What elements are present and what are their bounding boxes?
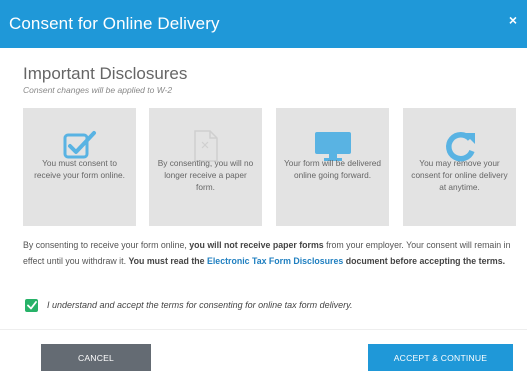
terms-emphasis: You must read the: [128, 256, 207, 266]
dialog-header: Consent for Online Delivery ×: [0, 0, 527, 48]
card-text: You may remove your consent for online d…: [411, 158, 508, 192]
cancel-button[interactable]: CANCEL: [41, 344, 151, 371]
disclosures-link[interactable]: Electronic Tax Form Disclosures: [207, 256, 343, 266]
close-icon[interactable]: ×: [505, 12, 521, 28]
accept-terms-checkbox[interactable]: [25, 299, 38, 312]
footer-divider: [0, 329, 527, 330]
accept-terms-label[interactable]: I understand and accept the terms for co…: [47, 299, 353, 312]
disclosure-card: Your form will be delivered online going…: [276, 108, 389, 226]
accept-continue-button[interactable]: ACCEPT & CONTINUE: [368, 344, 513, 371]
disclosures-subtitle: Consent changes will be applied to W-2: [23, 85, 173, 95]
disclosure-card: You must consent to receive your form on…: [23, 108, 136, 226]
checkmark-icon: [26, 301, 37, 310]
terms-text: By consenting to receive your form onlin…: [23, 240, 190, 250]
disclosure-card: You may remove your consent for online d…: [403, 108, 516, 226]
terms-emphasis: you will not receive paper forms: [189, 240, 324, 250]
card-text: By consenting, you will no longer receiv…: [157, 158, 254, 192]
card-text: Your form will be delivered online going…: [284, 158, 381, 180]
disclosures-title: Important Disclosures: [23, 64, 188, 83]
disclosure-cards: You must consent to receive your form on…: [23, 108, 516, 226]
terms-paragraph: By consenting to receive your form onlin…: [23, 237, 515, 269]
card-text: You must consent to receive your form on…: [34, 158, 125, 180]
disclosure-card: By consenting, you will no longer receiv…: [149, 108, 262, 226]
terms-emphasis: document before accepting the terms.: [343, 256, 506, 266]
consent-dialog: Consent for Online Delivery × Important …: [0, 0, 527, 381]
dialog-title: Consent for Online Delivery: [9, 14, 220, 33]
